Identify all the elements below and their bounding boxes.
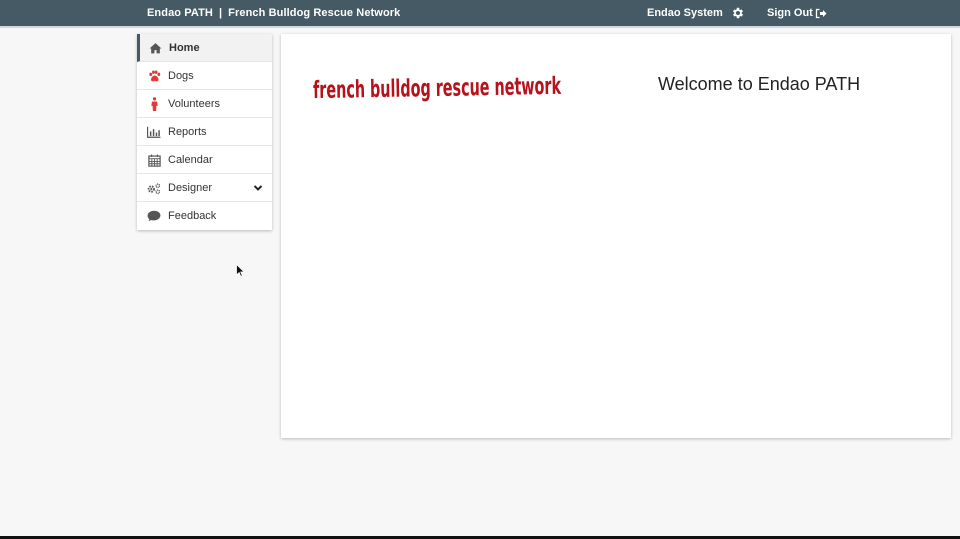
main-content-card: french bulldog rescue network Welcome to… (281, 34, 951, 438)
system-label[interactable]: Endao System (647, 7, 723, 19)
paw-icon (147, 69, 161, 83)
sidebar-item-label: Reports (168, 126, 207, 138)
sidebar-item-reports[interactable]: Reports (137, 118, 272, 146)
org-name: French Bulldog Rescue Network (228, 7, 401, 19)
sign-out-icon (815, 8, 827, 18)
gear-icon[interactable] (731, 6, 745, 20)
chevron-down-icon[interactable] (253, 183, 263, 193)
sign-out-link[interactable]: Sign Out (767, 7, 827, 19)
sidebar-nav: Home Dogs Volunteers Reports Calendar De… (137, 34, 272, 230)
mouse-cursor-icon (236, 264, 245, 277)
sidebar-item-home[interactable]: Home (137, 34, 272, 62)
person-icon (147, 97, 161, 111)
sidebar-item-label: Home (169, 42, 200, 54)
bar-chart-icon (147, 125, 161, 139)
sidebar-item-label: Volunteers (168, 98, 220, 110)
svg-text:french bulldog rescue network: french bulldog rescue network (313, 72, 562, 104)
comment-icon (147, 209, 161, 223)
welcome-heading: Welcome to Endao PATH (658, 74, 861, 94)
calendar-icon (147, 153, 161, 167)
sidebar-item-dogs[interactable]: Dogs (137, 62, 272, 90)
sidebar-item-label: Calendar (168, 154, 213, 166)
sidebar-item-designer[interactable]: Designer (137, 174, 272, 202)
brand-separator: | (218, 7, 223, 19)
rescue-network-logo: french bulldog rescue network (313, 72, 562, 104)
sidebar-item-feedback[interactable]: Feedback (137, 202, 272, 230)
home-icon (148, 41, 162, 55)
top-nav-bar: Endao PATH | French Bulldog Rescue Network… (0, 0, 960, 28)
cogs-icon (147, 181, 161, 195)
sidebar-item-label: Feedback (168, 210, 217, 222)
app-name: Endao PATH (147, 7, 213, 19)
sidebar-item-volunteers[interactable]: Volunteers (137, 90, 272, 118)
sidebar-item-label: Dogs (168, 70, 194, 82)
sidebar-item-calendar[interactable]: Calendar (137, 146, 272, 174)
sign-out-label: Sign Out (767, 7, 813, 19)
sidebar-item-label: Designer (168, 182, 213, 194)
brand-title[interactable]: Endao PATH | French Bulldog Rescue Network (147, 7, 400, 19)
